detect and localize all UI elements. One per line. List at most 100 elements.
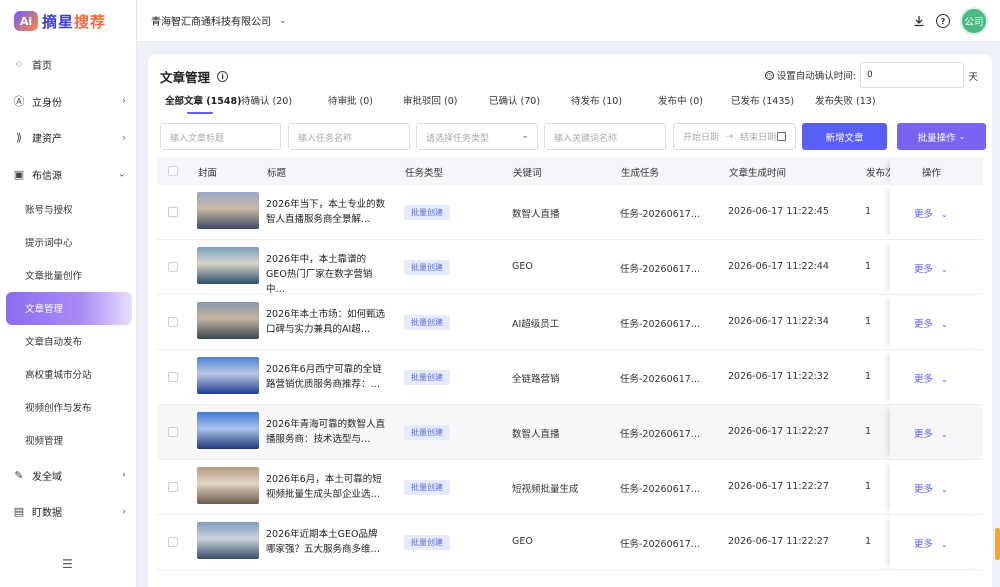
time-cell: 2026-06-17 11:22:34 — [728, 316, 829, 327]
table-row[interactable]: 2026年6月，本土可靠的短视频批量生成头部企业选… 批量创建 短视频批量生成 任务-… — [157, 460, 983, 515]
title-search-input[interactable]: 输入文章标题 — [160, 123, 281, 150]
task-cell: 任务-20260617… — [620, 319, 701, 330]
sidebar-item-label: 发全域 — [32, 471, 62, 483]
clock-icon: ◷ — [764, 70, 774, 80]
avatar[interactable]: 公司 — [960, 7, 988, 35]
chevron-down-icon: ⌄ — [521, 131, 529, 141]
sidebar-item[interactable]: ⟫ 建资产 › — [0, 119, 136, 156]
tab[interactable]: 已发布 (1435) — [731, 93, 794, 107]
article-title[interactable]: 2026年本土市场：如何甄选口碑与实力兼具的AI超… — [266, 307, 386, 337]
row-checkbox[interactable] — [168, 427, 178, 437]
end-date: 结束日期 — [740, 133, 777, 143]
column-header: 关键词 — [513, 168, 542, 179]
more-actions-link[interactable]: 更多 ⌄ — [914, 536, 948, 550]
time-cell: 2026-06-17 11:22:27 — [728, 426, 829, 437]
row-checkbox[interactable] — [168, 262, 178, 272]
cover-thumbnail[interactable] — [197, 192, 259, 229]
logo[interactable]: Ai 摘星搜荐 — [0, 0, 136, 42]
tab[interactable]: 待审批 (0) — [328, 93, 373, 107]
row-checkbox[interactable] — [168, 207, 178, 217]
company-selector[interactable]: 青海智汇商通科技有限公司 ⌄ — [151, 13, 287, 29]
column-header: 封面 — [198, 168, 218, 179]
help-icon[interactable]: ? — [936, 14, 950, 28]
article-title[interactable]: 2026年近期本土GEO品牌哪家强？五大服务商多维… — [266, 527, 386, 557]
table-row[interactable]: 2026年近期本土GEO品牌哪家强？五大服务商多维… 批量创建 GEO 任务-2026… — [157, 515, 983, 570]
tab[interactable]: 待发布 (10) — [571, 93, 622, 107]
row-checkbox[interactable] — [168, 537, 178, 547]
sidebar-subitem[interactable]: 视频管理 — [0, 424, 136, 457]
publish-count-cell: 1 — [865, 371, 872, 382]
sidebar-subitem[interactable]: 视频创作与发布 — [0, 391, 136, 424]
article-title[interactable]: 2026年中，本土靠谱的GEO热门厂家在数字营销中… — [266, 252, 386, 297]
chevron-down-icon: ⌄ — [941, 320, 948, 329]
date-range-picker[interactable]: 开始日期 → 结束日期 — [673, 123, 796, 150]
cover-thumbnail[interactable] — [197, 357, 259, 394]
sidebar-item[interactable]: Ⓐ 立身份 › — [0, 83, 136, 120]
column-header: 生成任务 — [621, 168, 660, 179]
table-header: 封面 标题 任务类型 关键词 生成任务 文章生成时间 发布次 操作 — [157, 157, 983, 185]
task-cell: 任务-20260617… — [620, 539, 701, 550]
download-icon[interactable] — [912, 14, 926, 28]
more-actions-link[interactable]: 更多 ⌄ — [914, 206, 948, 220]
cover-thumbnail[interactable] — [197, 302, 259, 339]
sidebar-subitem[interactable]: 文章自动发布 — [0, 325, 136, 358]
task-type-badge: 批量创建 — [404, 260, 450, 275]
sidebar-item[interactable]: ▤ 盯数据 › — [0, 493, 136, 530]
cover-thumbnail[interactable] — [197, 522, 259, 559]
collapse-sidebar-icon[interactable]: ☰ — [62, 557, 73, 571]
sidebar-subitem[interactable]: 账号与授权 — [0, 193, 136, 226]
table-row[interactable]: 2026年中，本土靠谱的GEO热门厂家在数字营销中… 批量创建 GEO 任务-2026… — [157, 240, 983, 295]
cover-thumbnail[interactable] — [197, 467, 259, 504]
article-title[interactable]: 2026年当下，本土专业的数智人直播服务商全景解… — [266, 197, 386, 227]
table-row[interactable]: 2026年本土市场：如何甄选口碑与实力兼具的AI超… 批量创建 AI超级员工 任务-2… — [157, 295, 983, 350]
table-row[interactable]: 2026年6月西宁可靠的全链路营销优质服务商推荐：… 批量创建 全链路营销 任务-20… — [157, 350, 983, 405]
keyword-search-input[interactable]: 输入关键词名称 — [544, 123, 666, 150]
tab[interactable]: 待确认 (20) — [241, 93, 292, 107]
sidebar-item[interactable]: ▣ 布信源 ⌄ — [0, 156, 136, 193]
sidebar-item[interactable]: ⁘ 首页 — [0, 46, 136, 83]
scrollbar[interactable] — [995, 528, 1000, 560]
tab[interactable]: 发布中 (0) — [658, 93, 703, 107]
more-actions-link[interactable]: 更多 ⌄ — [914, 261, 948, 275]
sidebar-subitem[interactable]: 文章批量创作 — [0, 259, 136, 292]
cover-thumbnail[interactable] — [197, 412, 259, 449]
select-all-checkbox[interactable] — [168, 166, 178, 176]
task-cell: 任务-20260617… — [620, 264, 701, 275]
sidebar-item[interactable]: ✎ 发全域 › — [0, 457, 136, 494]
tab[interactable]: 全部文章 (1548) — [165, 93, 241, 114]
tab[interactable]: 已确认 (70) — [489, 93, 540, 107]
task-type-select[interactable]: 请选择任务类型 ⌄ — [416, 123, 538, 150]
more-actions-link[interactable]: 更多 ⌄ — [914, 316, 948, 330]
article-title[interactable]: 2026年青海可靠的数智人直播服务商：技术选型与… — [266, 417, 386, 447]
task-search-input[interactable]: 输入任务名称 — [288, 123, 410, 150]
info-icon[interactable]: i — [217, 71, 229, 82]
source-icon: ▣ — [13, 167, 25, 181]
table-row[interactable]: 2026年青海可靠的数智人直播服务商：技术选型与… 批量创建 数智人直播 任务-202… — [157, 405, 983, 460]
sidebar-subitem[interactable]: 文章管理 — [6, 291, 132, 325]
column-header: 操作 — [922, 168, 942, 179]
table-row[interactable]: 2026年当下，本土专业的数智人直播服务商全景解… 批量创建 数智人直播 任务-202… — [157, 185, 983, 240]
sidebar-subitem[interactable]: 提示词中心 — [0, 226, 136, 259]
time-cell: 2026-06-17 11:22:27 — [728, 481, 829, 492]
row-checkbox[interactable] — [168, 482, 178, 492]
batch-actions-button[interactable]: 批量操作 ⌄ — [897, 123, 986, 150]
publish-count-cell: 1 — [865, 316, 872, 327]
cover-thumbnail[interactable] — [197, 247, 259, 284]
task-cell: 任务-20260617… — [620, 429, 701, 440]
start-date: 开始日期 — [683, 133, 720, 143]
article-title[interactable]: 2026年6月，本土可靠的短视频批量生成头部企业选… — [266, 472, 386, 502]
more-actions-link[interactable]: 更多 ⌄ — [914, 371, 948, 385]
row-checkbox[interactable] — [168, 372, 178, 382]
sidebar-item-label: 布信源 — [32, 170, 62, 182]
more-actions-link[interactable]: 更多 ⌄ — [914, 426, 948, 440]
tab[interactable]: 审批驳回 (0) — [403, 93, 457, 107]
more-actions-link[interactable]: 更多 ⌄ — [914, 481, 948, 495]
article-title[interactable]: 2026年6月西宁可靠的全链路营销优质服务商推荐：… — [266, 362, 386, 392]
keyword-cell: 数智人直播 — [512, 209, 560, 220]
tab[interactable]: 发布失败 (13) — [815, 93, 876, 107]
row-checkbox[interactable] — [168, 317, 178, 327]
add-article-button[interactable]: 新增文章 — [802, 123, 887, 150]
auto-confirm-input[interactable] — [860, 62, 964, 88]
grid-icon: ⁘ — [14, 57, 24, 71]
sidebar-subitem[interactable]: 高权重城市分站 — [0, 358, 136, 391]
